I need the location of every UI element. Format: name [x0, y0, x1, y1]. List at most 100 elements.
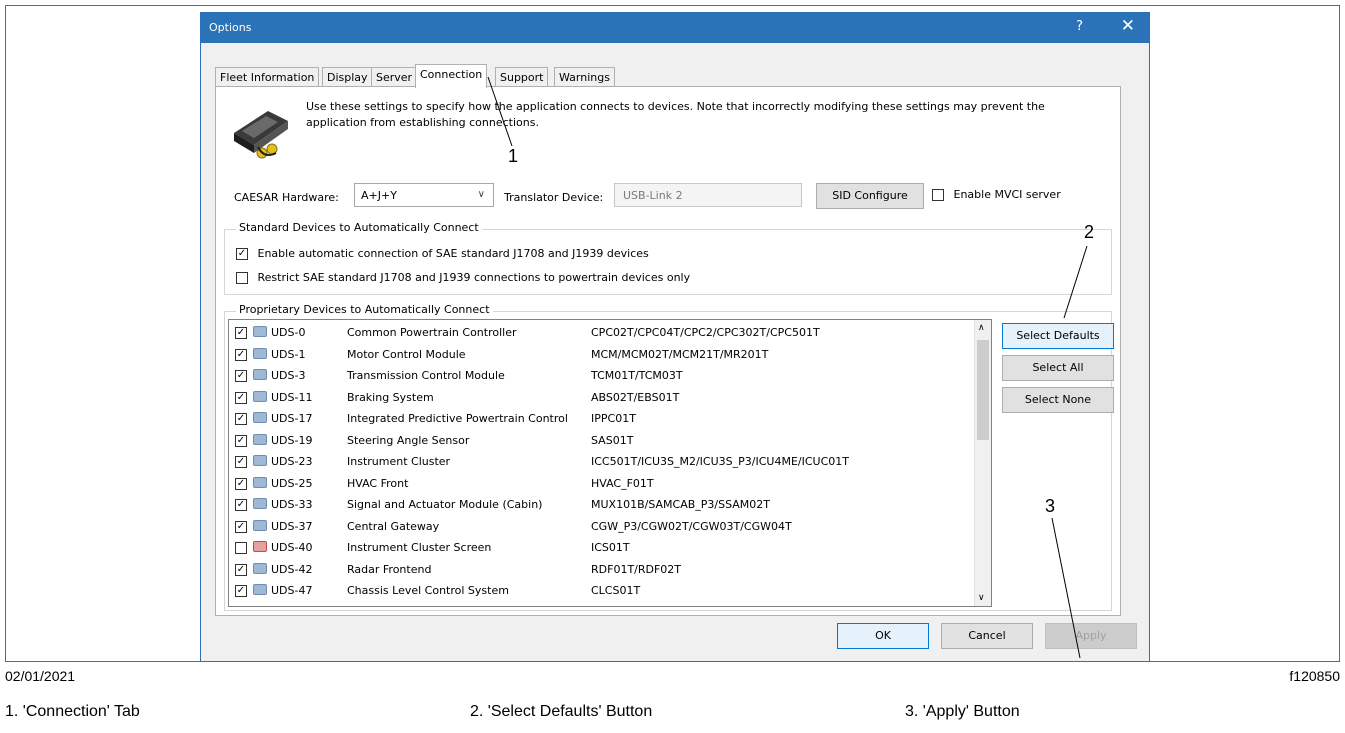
device-id: UDS-40 — [271, 541, 313, 554]
device-id: UDS-42 — [271, 562, 313, 576]
standard-option-1[interactable]: ✓ Enable automatic connection of SAE sta… — [236, 247, 649, 260]
device-checkbox[interactable]: ✓ — [235, 348, 247, 361]
device-variants: RDF01T/RDF02T — [591, 562, 682, 576]
standard-option-2-label: Restrict SAE standard J1708 and J1939 co… — [257, 271, 691, 284]
mvci-server-option[interactable]: Enable MVCI server — [932, 188, 1061, 201]
device-id: UDS-23 — [271, 455, 313, 468]
device-checkbox[interactable]: ✓ — [235, 520, 247, 533]
device-checkbox[interactable]: ✓ — [235, 391, 247, 404]
device-variants: MUX101B/SAMCAB_P3/SSAM02T — [591, 498, 771, 511]
device-variants: CPC02T/CPC04T/CPC2/CPC302T/CPC501T — [591, 326, 820, 339]
hardware-device-icon — [234, 111, 288, 159]
caption-1: 1. 'Connection' Tab — [5, 703, 140, 720]
device-id: UDS-0 — [271, 326, 306, 339]
device-name: Chassis Level Control System — [347, 584, 509, 597]
device-id: UDS-11 — [271, 390, 313, 404]
translator-device-field[interactable]: USB-Link 2 — [614, 183, 802, 207]
device-name: Central Gateway — [347, 519, 440, 533]
ok-button[interactable]: OK — [837, 623, 929, 649]
device-checkbox[interactable]: ✓ — [235, 327, 247, 339]
device-id: UDS-47 — [271, 584, 313, 597]
callout-3: 3 — [1045, 496, 1056, 516]
device-row[interactable]: ✓ UDS-17 Integrated Predictive Powertrain … — [229, 410, 974, 428]
device-id: UDS-17 — [271, 412, 313, 425]
options-dialog: Options ? ✕ Fleet Information Display Se… — [200, 12, 1150, 662]
device-variants: MCM/MCM02T/MCM21T/MR201T — [591, 347, 769, 361]
device-name: Braking System — [347, 390, 434, 404]
device-module-icon — [253, 498, 267, 509]
device-row[interactable]: ✓ UDS-37 Central Gateway CGW_P3/CGW02T/CGW0… — [229, 518, 974, 536]
device-variants: TCM01T/TCM03T — [591, 369, 683, 382]
device-variants: ABS02T/EBS01T — [591, 390, 680, 404]
device-name: Instrument Cluster — [347, 455, 451, 468]
device-checkbox[interactable]: ✓ — [235, 477, 247, 490]
device-variants: ICC501T/ICU3S_M2/ICU3S_P3/ICU4ME/ICUC01T — [591, 455, 849, 468]
device-row[interactable]: ✓ UDS-42 Radar Frontend RDF01T/RDF02T — [229, 561, 974, 579]
device-checkbox[interactable]: ✓ — [235, 585, 247, 597]
mvci-checkbox[interactable] — [932, 189, 944, 201]
scroll-down-icon[interactable]: ∨ — [978, 593, 985, 603]
caesar-hardware-select[interactable]: A+J+Y ∨ — [354, 183, 494, 207]
device-row[interactable]: ✓ UDS-19 Steering Angle Sensor SAS01T — [229, 432, 974, 450]
standard-option-2[interactable]: Restrict SAE standard J1708 and J1939 co… — [236, 271, 690, 284]
figure-id: f120850 — [1289, 668, 1340, 684]
device-name: HVAC Front — [347, 476, 409, 490]
cancel-button[interactable]: Cancel — [941, 623, 1033, 649]
device-variants: CGW_P3/CGW02T/CGW03T/CGW04T — [591, 519, 792, 533]
select-defaults-button[interactable]: Select Defaults — [1002, 323, 1114, 349]
callout-2: 2 — [1084, 222, 1095, 242]
device-list[interactable]: ✓ UDS-0 Common Powertrain Controller CPC02T… — [228, 319, 992, 607]
tab-server[interactable]: Server — [371, 67, 418, 87]
device-row[interactable]: ✓ UDS-0 Common Powertrain Controller CPC02T… — [229, 324, 974, 342]
close-button[interactable]: ✕ — [1121, 16, 1135, 36]
device-id: UDS-19 — [271, 433, 313, 447]
device-checkbox[interactable] — [235, 542, 247, 554]
device-variants: ICS01T — [591, 541, 630, 554]
select-none-button[interactable]: Select None — [1002, 387, 1114, 413]
sid-configure-button[interactable]: SID Configure — [816, 183, 924, 209]
caesar-hardware-value: A+J+Y — [361, 189, 397, 202]
scroll-up-icon[interactable]: ∧ — [978, 323, 985, 333]
device-module-icon — [253, 326, 267, 337]
device-module-icon — [253, 347, 267, 359]
device-checkbox[interactable]: ✓ — [235, 499, 247, 511]
scroll-thumb[interactable] — [977, 340, 989, 440]
device-checkbox[interactable]: ✓ — [235, 563, 247, 576]
device-row[interactable]: ✓ UDS-47 Chassis Level Control System CLCS0… — [229, 582, 974, 600]
tab-connection[interactable]: Connection — [415, 64, 488, 88]
device-variants: IPPC01T — [591, 412, 636, 425]
tab-warnings[interactable]: Warnings — [554, 67, 615, 87]
device-row[interactable]: ✓ UDS-25 HVAC Front HVAC_F01T — [229, 475, 974, 493]
apply-button[interactable]: Apply — [1045, 623, 1137, 649]
device-checkbox[interactable]: ✓ — [235, 413, 247, 425]
standard-devices-title: Standard Devices to Automatically Connec… — [236, 221, 482, 234]
device-module-icon — [253, 433, 267, 445]
tab-support[interactable]: Support — [495, 67, 549, 87]
tab-display[interactable]: Display — [322, 67, 373, 87]
device-id: UDS-33 — [271, 498, 313, 511]
standard-option-1-checkbox[interactable]: ✓ — [236, 248, 248, 260]
device-checkbox[interactable]: ✓ — [235, 434, 247, 447]
device-row[interactable]: ✓ UDS-33 Signal and Actuator Module (Cabin… — [229, 496, 974, 514]
device-name: Radar Frontend — [347, 562, 432, 576]
select-all-button[interactable]: Select All — [1002, 355, 1114, 381]
title-bar: Options ? ✕ — [201, 13, 1149, 43]
device-checkbox[interactable]: ✓ — [235, 456, 247, 468]
device-row[interactable]: ✓ UDS-11 Braking System ABS02T/EBS01T — [229, 389, 974, 407]
device-module-icon — [253, 476, 267, 488]
device-row[interactable]: UDS-40 Instrument Cluster Screen ICS01T — [229, 539, 974, 557]
device-row[interactable]: ✓ UDS-3 Transmission Control Module TCM01T/… — [229, 367, 974, 385]
device-variants: CLCS01T — [591, 584, 641, 597]
device-list-scrollbar[interactable]: ∧ ∨ — [974, 320, 991, 606]
device-row[interactable]: ✓ UDS-1 Motor Control Module MCM/MCM02T/MCM… — [229, 346, 974, 364]
device-row[interactable]: ✓ UDS-23 Instrument Cluster ICC501T/ICU3S_M… — [229, 453, 974, 471]
help-button[interactable]: ? — [1076, 19, 1083, 34]
standard-option-2-checkbox[interactable] — [236, 272, 248, 284]
device-name: Common Powertrain Controller — [347, 326, 517, 339]
tab-fleet-information[interactable]: Fleet Information — [215, 67, 320, 87]
caption-2: 2. 'Select Defaults' Button — [470, 703, 653, 720]
device-checkbox[interactable]: ✓ — [235, 370, 247, 382]
mvci-label: Enable MVCI server — [953, 188, 1061, 201]
standard-devices-group — [224, 229, 1112, 295]
proprietary-devices-title: Proprietary Devices to Automatically Con… — [236, 303, 493, 316]
